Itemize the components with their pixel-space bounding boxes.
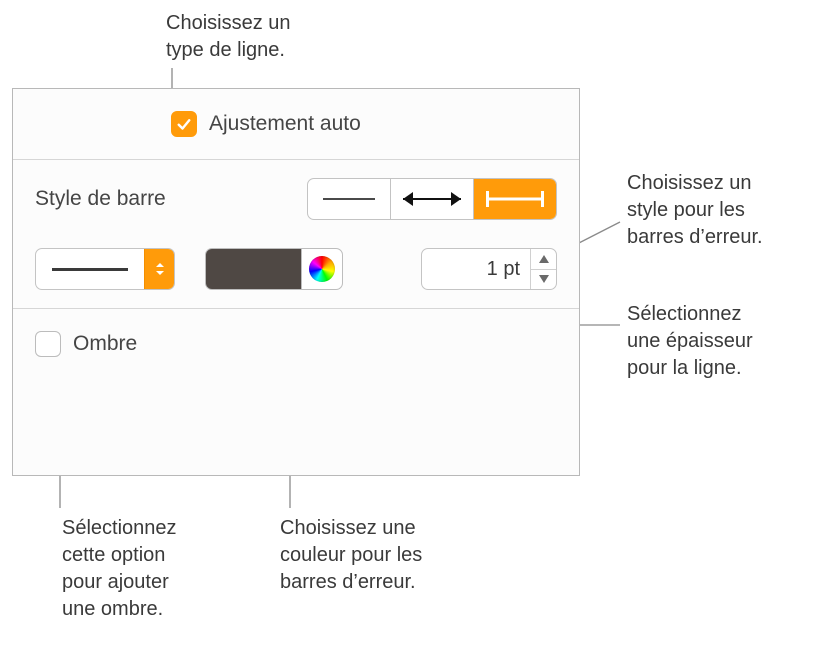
row-controls: 1 pt xyxy=(35,248,557,290)
callout-color: Choisissez unecouleur pour lesbarres d’e… xyxy=(280,515,500,596)
check-icon xyxy=(175,115,193,133)
chevron-up-icon xyxy=(539,255,549,263)
arrow-whisker-icon xyxy=(403,192,461,206)
popup-line-type[interactable] xyxy=(35,248,175,290)
capped-whisker-icon xyxy=(486,191,544,207)
thickness-value: 1 pt xyxy=(422,249,530,289)
segment-line-style[interactable] xyxy=(308,179,391,219)
line-type-preview xyxy=(36,268,144,271)
callout-shadow: Sélectionnezcette optionpour ajouterune … xyxy=(62,515,252,623)
inspector-panel: Ajustement auto Style de barre xyxy=(12,88,580,476)
label-auto-fit: Ajustement auto xyxy=(209,112,361,136)
row-shadow: Ombre xyxy=(13,309,579,379)
segment-capped-style[interactable] xyxy=(474,179,556,219)
row-auto-fit: Ajustement auto xyxy=(13,89,579,159)
colorwheel-icon xyxy=(309,256,335,282)
segment-arrow-style[interactable] xyxy=(391,179,474,219)
line-icon xyxy=(323,198,375,200)
callout-bar-style: Choisissez unstyle pour lesbarres d’erre… xyxy=(627,170,822,251)
color-well[interactable] xyxy=(205,248,301,290)
checkbox-auto-fit[interactable] xyxy=(171,111,197,137)
solid-line-icon xyxy=(52,268,128,271)
section-bar-style: Style de barre xyxy=(13,160,579,308)
color-picker-button[interactable] xyxy=(301,248,343,290)
checkbox-shadow[interactable] xyxy=(35,331,61,357)
chevron-down-icon xyxy=(539,275,549,283)
stepper-up-button[interactable] xyxy=(531,249,556,269)
label-shadow: Ombre xyxy=(73,332,137,356)
color-controls xyxy=(205,248,343,290)
row-bar-style: Style de barre xyxy=(35,178,557,220)
segmented-bar-style[interactable] xyxy=(307,178,557,220)
callout-line-type: Choisissez untype de ligne. xyxy=(166,10,346,64)
chevrons-updown-icon xyxy=(144,249,174,289)
stepper-down-button[interactable] xyxy=(531,269,556,290)
callout-thickness: Sélectionnezune épaisseurpour la ligne. xyxy=(627,301,822,382)
stepper-buttons xyxy=(530,249,556,289)
label-bar-style: Style de barre xyxy=(35,187,166,211)
thickness-stepper[interactable]: 1 pt xyxy=(421,248,557,290)
